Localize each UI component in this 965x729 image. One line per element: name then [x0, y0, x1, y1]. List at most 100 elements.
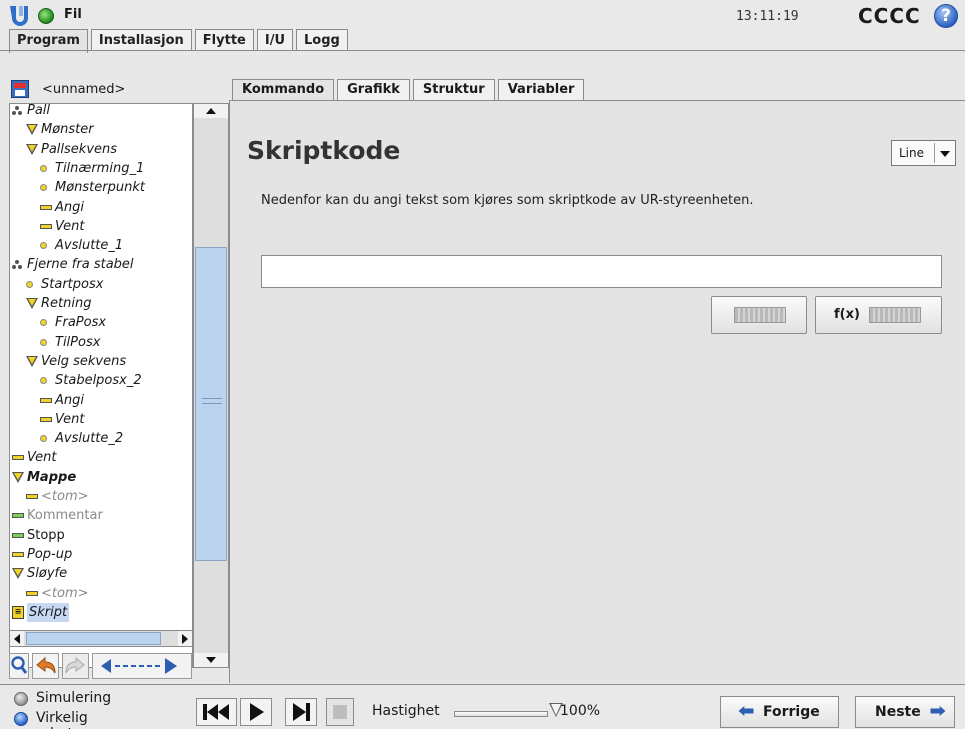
tree-node[interactable]: Vent — [10, 410, 192, 429]
tree-node-label: Velg sekvens — [41, 353, 127, 369]
stop-icon — [333, 705, 347, 719]
tree-node[interactable]: <tom> — [10, 584, 192, 603]
tree-node[interactable]: Angi — [10, 198, 192, 217]
skip-to-start-button[interactable] — [196, 698, 237, 726]
keyboard-icon — [869, 307, 921, 323]
clock: 13:11:19 — [736, 9, 799, 24]
scroll-thumb-horizontal[interactable] — [26, 632, 161, 645]
tree-node[interactable]: Vent — [10, 217, 192, 236]
tree-node[interactable]: Sløyfe — [10, 564, 192, 583]
scroll-thumb[interactable] — [195, 247, 227, 561]
tree-node[interactable]: Vent — [10, 448, 192, 467]
tab-move[interactable]: Flytte — [194, 29, 254, 51]
tree-vertical-scrollbar[interactable] — [193, 103, 229, 668]
tree-node-label: Avslutte_2 — [55, 431, 124, 447]
tree-node[interactable]: Avslutte_1 — [10, 236, 192, 255]
tree-node-label: Startposx — [41, 276, 104, 292]
arrow-left-icon — [738, 706, 754, 716]
keyboard-icon — [734, 307, 786, 323]
tree-node[interactable]: Pop-up — [10, 545, 192, 564]
scroll-left-icon[interactable] — [10, 631, 24, 646]
footer-bar: Simulering Virkelig robot — [0, 684, 965, 729]
tree-node-label: Retning — [41, 296, 92, 311]
tree-node[interactable]: Kommentar — [10, 506, 192, 525]
stop-button[interactable] — [326, 698, 354, 726]
tree-node-label: Mønster — [41, 122, 94, 138]
program-tree[interactable]: Pall Mønster Pallsekvens Tilnærming_1 Mønste… — [9, 103, 193, 668]
script-code-input[interactable] — [261, 255, 942, 288]
main-tabs: Program Installasjon Flytte I/U Logg — [9, 29, 351, 53]
tree-node[interactable]: Velg sekvens — [10, 352, 192, 371]
function-keyboard-button[interactable]: f(x) — [815, 296, 942, 334]
tree-node-label: Angi — [55, 392, 84, 408]
tree-horizontal-scrollbar[interactable] — [9, 630, 193, 647]
tree-node[interactable]: Avslutte_2 — [10, 429, 192, 448]
tab-command[interactable]: Kommando — [232, 79, 335, 100]
speed-slider[interactable] — [454, 711, 548, 717]
tab-installation[interactable]: Installasjon — [90, 29, 192, 51]
tree-node[interactable]: TilPosx — [10, 333, 192, 352]
save-icon[interactable] — [11, 80, 29, 98]
tree-node[interactable]: <tom> — [10, 487, 192, 506]
program-tree-panel: <unnamed> Pall Mønster Pallsekvens Tilnærmi… — [9, 51, 229, 683]
tab-variables[interactable]: Variabler — [497, 79, 585, 100]
tree-node[interactable]: Retning — [10, 294, 192, 313]
waypoint-icon — [40, 164, 47, 172]
tree-node[interactable]: Angi — [10, 391, 192, 410]
tree-node-label: Sløyfe — [27, 566, 68, 582]
redo-icon — [65, 656, 85, 674]
tab-io[interactable]: I/U — [256, 29, 294, 51]
search-icon — [11, 656, 28, 674]
script-mode-select[interactable]: Line — [891, 140, 956, 166]
page-title: Skriptkode — [247, 136, 401, 165]
tree-node[interactable]: Pall — [10, 104, 192, 120]
scroll-up-icon[interactable] — [194, 104, 228, 118]
command-panel: Skriptkode Line Nedenfor kan du angi tek… — [229, 100, 965, 683]
skip-back-icon — [203, 704, 229, 720]
help-icon[interactable]: ? — [934, 4, 958, 28]
step-button[interactable] — [285, 698, 317, 726]
waypoint-icon — [40, 435, 47, 443]
waypoint-icon — [40, 184, 47, 192]
tab-graphics[interactable]: Grafikk — [337, 79, 410, 100]
keyboard-button[interactable] — [711, 296, 807, 334]
tree-node-label: Kommentar — [27, 508, 103, 524]
command-tabs: Kommando Grafikk Struktur Variabler — [232, 79, 587, 101]
next-button[interactable]: Neste — [855, 696, 955, 728]
empty-icon — [26, 590, 38, 596]
tree-node-label: Angi — [55, 199, 84, 215]
tree-node-label: Vent — [55, 411, 85, 427]
tree-node[interactable]: Pallsekvens — [10, 140, 192, 159]
redo-button[interactable] — [62, 653, 89, 679]
tree-node[interactable]: Stopp — [10, 526, 192, 545]
tree-node[interactable]: Startposx — [10, 275, 192, 294]
program-name: <unnamed> — [42, 82, 126, 97]
stop-icon — [12, 532, 24, 538]
tab-structure[interactable]: Struktur — [412, 79, 495, 100]
previous-button[interactable]: Forrige — [720, 696, 839, 728]
wait-icon — [12, 455, 24, 461]
cut-paste-button[interactable] — [92, 653, 192, 679]
comment-icon — [12, 513, 24, 519]
tree-node[interactable]: Fjerne fra stabel — [10, 255, 192, 274]
tree-node[interactable]: Mappe — [10, 468, 192, 487]
tree-node[interactable]: FraPosx — [10, 313, 192, 332]
next-label: Neste — [875, 704, 921, 720]
play-icon — [250, 703, 264, 721]
tree-node[interactable]: Mønsterpunkt — [10, 178, 192, 197]
search-button[interactable] — [9, 653, 29, 679]
file-menu[interactable]: Fil — [64, 7, 82, 22]
wait-icon — [40, 416, 52, 422]
tree-node[interactable]: Mønster — [10, 120, 192, 139]
set-icon — [40, 397, 52, 403]
arrow-right-icon — [930, 706, 946, 716]
play-button[interactable] — [240, 698, 272, 726]
tree-node[interactable]: Stabelposx_2 — [10, 371, 192, 390]
tab-log[interactable]: Logg — [296, 29, 348, 51]
tree-node[interactable]: ≡ Skript — [10, 602, 192, 622]
robot-name: CCCC — [858, 4, 921, 28]
tree-node[interactable]: Tilnærming_1 — [10, 159, 192, 178]
wait-icon — [40, 223, 52, 229]
scroll-right-icon[interactable] — [178, 631, 192, 646]
undo-button[interactable] — [32, 653, 59, 679]
